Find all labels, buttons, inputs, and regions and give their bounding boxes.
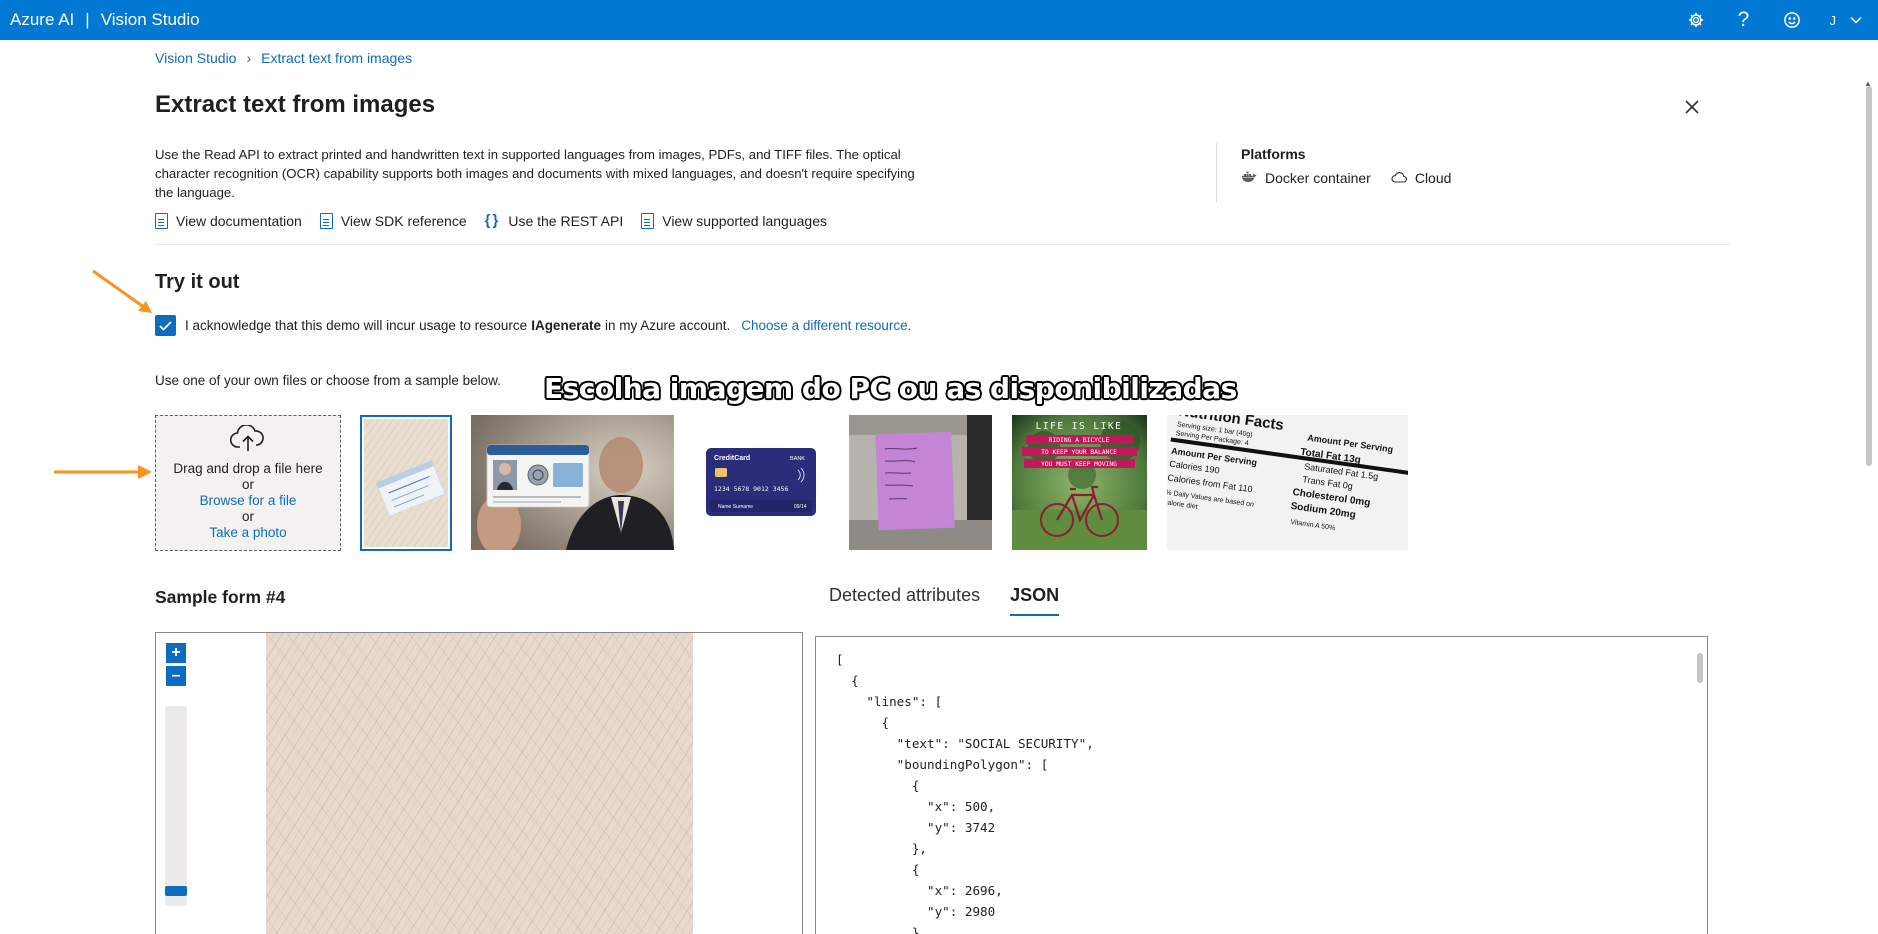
- sample-form-title: Sample form #4: [155, 587, 286, 607]
- smiley-icon[interactable]: [1768, 0, 1816, 40]
- view-sdk-reference-link[interactable]: View SDK reference: [319, 212, 467, 229]
- platforms-title: Platforms: [1241, 146, 1306, 162]
- json-scrollbar[interactable]: [1697, 653, 1703, 683]
- image-viewer: + –: [155, 632, 803, 934]
- zoom-in-button[interactable]: +: [166, 643, 186, 663]
- acknowledge-row: I acknowledge that this demo will incur …: [155, 315, 911, 336]
- user-initial: J: [1829, 12, 1837, 28]
- dropzone-text: Drag and drop a file here: [173, 461, 323, 476]
- top-bar: Azure AI | Vision Studio ? J: [0, 0, 1878, 40]
- file-dropzone[interactable]: Drag and drop a file here or Browse for …: [155, 415, 341, 551]
- app-brand[interactable]: Azure AI | Vision Studio: [0, 10, 200, 30]
- sample-credit-card[interactable]: CreditCard BANK 1234 5678 9012 3456 Name…: [706, 448, 816, 516]
- platform-cloud-label: Cloud: [1414, 170, 1452, 186]
- question-icon[interactable]: ?: [1720, 0, 1768, 40]
- zoom-slider-track[interactable]: [165, 706, 187, 906]
- sticky-note-photo: [849, 415, 992, 550]
- link-label: View supported languages: [662, 212, 827, 229]
- tab-detected-attributes[interactable]: Detected attributes: [829, 585, 980, 616]
- acknowledge-checkbox[interactable]: [155, 315, 176, 336]
- document-icon: [641, 212, 655, 229]
- json-output-text: [ { "lines": [ { "text": "SOCIAL SECURIT…: [836, 652, 1094, 934]
- user-menu[interactable]: J: [1816, 13, 1869, 28]
- cloud-icon: [1391, 171, 1407, 186]
- chevron-down-icon: [1850, 13, 1862, 27]
- credit-card-holder: Name Surname: [718, 504, 753, 510]
- annotation-arrow-icon: [92, 269, 152, 313]
- annotation-arrow-icon: [54, 465, 152, 479]
- breadcrumb-vision-studio[interactable]: Vision Studio: [155, 50, 236, 66]
- sample-id-badge[interactable]: [471, 415, 674, 550]
- link-label: View SDK reference: [340, 212, 467, 229]
- sample-sticky-note[interactable]: [849, 415, 992, 550]
- gear-icon[interactable]: [1672, 0, 1720, 40]
- poster-line-4: YOU MUST KEEP MOVING: [1041, 461, 1117, 468]
- dropzone-or: or: [241, 509, 254, 524]
- page-title: Extract text from images: [155, 91, 436, 118]
- document-icon: [319, 212, 333, 229]
- brand-separator: |: [85, 10, 90, 29]
- json-output-panel[interactable]: [ { "lines": [ { "text": "SOCIAL SECURIT…: [815, 636, 1708, 934]
- link-label: Use the REST API: [508, 212, 624, 229]
- brand-name: Azure AI: [10, 10, 75, 29]
- dropzone-or: or: [241, 477, 254, 492]
- zoom-out-button[interactable]: –: [166, 666, 186, 686]
- resource-name: IAgenerate: [531, 318, 601, 333]
- upload-cloud-icon: [229, 424, 267, 459]
- credit-card-label: CreditCard: [714, 455, 750, 462]
- ack-text-suffix: in my Azure account.: [604, 318, 731, 333]
- docker-icon: [1241, 171, 1257, 186]
- document-icon: [155, 212, 168, 229]
- platform-cloud: Cloud: [1391, 170, 1452, 186]
- bicycle-poster-image: LIFE IS LIKE RIDING A BICYCLE TO KEEP YO…: [1012, 415, 1147, 550]
- close-icon[interactable]: [1680, 95, 1704, 119]
- breadcrumb-current[interactable]: Extract text from images: [261, 50, 412, 66]
- poster-line-2: RIDING A BICYCLE: [1049, 437, 1110, 444]
- poster-line-1: LIFE IS LIKE: [1036, 421, 1123, 432]
- result-tabs: Detected attributes JSON: [829, 585, 1060, 616]
- code-braces-icon: {}: [484, 212, 501, 229]
- preview-image: [266, 633, 693, 934]
- sample-social-security-card[interactable]: [360, 415, 452, 551]
- social-security-card-image: [364, 419, 448, 547]
- breadcrumb: Vision Studio › Extract text from images: [155, 50, 412, 66]
- view-supported-languages-link[interactable]: View supported languages: [641, 212, 827, 229]
- page-scrollbar[interactable]: [1866, 86, 1872, 466]
- try-it-out-title: Try it out: [155, 271, 240, 293]
- tab-json[interactable]: JSON: [1010, 585, 1060, 616]
- credit-card-number: 1234 5678 9012 3456: [714, 485, 788, 493]
- use-rest-api-link[interactable]: {} Use the REST API: [485, 212, 624, 229]
- credit-card-image: CreditCard BANK 1234 5678 9012 3456 Name…: [706, 448, 816, 516]
- choose-resource-link[interactable]: Choose a different resource.: [741, 318, 911, 333]
- credit-card-bank: BANK: [790, 456, 805, 462]
- chevron-right-icon: ›: [246, 50, 252, 66]
- id-badge-photo: [471, 415, 674, 550]
- nutrition-facts-image: Nutrition Facts Serving size: 1 bar (40g…: [1167, 415, 1408, 550]
- page-description: Use the Read API to extract printed and …: [155, 147, 915, 200]
- credit-card-expiry: 09/14: [794, 504, 807, 510]
- poster-line-3: TO KEEP YOUR BALANCE: [1041, 449, 1117, 456]
- platform-docker-label: Docker container: [1265, 170, 1371, 186]
- platforms-panel: Platforms Docker container Cloud: [1216, 143, 1451, 203]
- zoom-slider-thumb[interactable]: [165, 886, 187, 896]
- use-files-text: Use one of your own files or choose from…: [155, 373, 501, 388]
- section-divider: [155, 244, 1730, 245]
- ack-text-prefix: I acknowledge that this demo will incur …: [185, 318, 528, 333]
- take-photo-link[interactable]: Take a photo: [209, 525, 286, 541]
- sample-nutrition-facts[interactable]: Nutrition Facts Serving size: 1 bar (40g…: [1167, 415, 1408, 550]
- sample-bicycle-poster[interactable]: LIFE IS LIKE RIDING A BICYCLE TO KEEP YO…: [1012, 415, 1147, 550]
- view-documentation-link[interactable]: View documentation: [155, 212, 302, 229]
- product-name: Vision Studio: [100, 10, 200, 29]
- overlay-caption: Escolha imagem do PC ou as disponibiliza…: [544, 372, 1237, 405]
- platform-docker: Docker container: [1241, 170, 1371, 186]
- browse-file-link[interactable]: Browse for a file: [200, 493, 297, 509]
- link-label: View documentation: [176, 212, 302, 229]
- resource-links: View documentation View SDK reference {}…: [155, 212, 827, 229]
